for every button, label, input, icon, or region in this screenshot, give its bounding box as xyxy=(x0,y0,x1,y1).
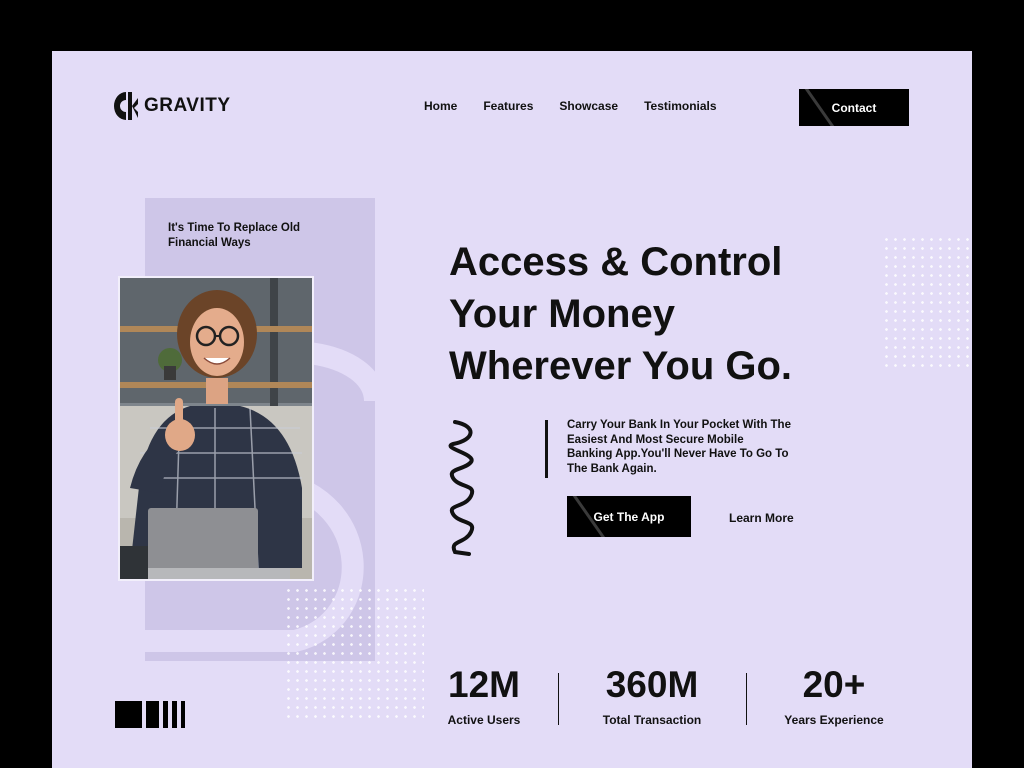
landing-page: GRAVITY Home Features Showcase Testimoni… xyxy=(52,51,972,768)
contact-button[interactable]: Contact xyxy=(799,89,909,126)
block xyxy=(146,701,159,728)
nav-showcase[interactable]: Showcase xyxy=(559,99,618,113)
man-thumbs-up-illustration xyxy=(120,278,312,579)
barcode-blocks-decoration xyxy=(115,701,185,728)
stat-active-users: 12M Active Users xyxy=(436,663,532,727)
stat-label: Total Transaction xyxy=(602,713,702,727)
dot-pattern-right xyxy=(882,235,972,370)
hero-description: Carry Your Bank In Your Pocket With The … xyxy=(567,419,791,475)
contact-button-label: Contact xyxy=(831,100,877,115)
stat-value: 12M xyxy=(448,664,520,705)
stat-divider xyxy=(558,673,559,725)
stat-divider xyxy=(746,673,747,725)
block xyxy=(181,701,185,728)
main-nav: Home Features Showcase Testimonials xyxy=(424,99,717,113)
nav-features[interactable]: Features xyxy=(483,99,533,113)
description-accent-bar xyxy=(545,420,548,478)
dot-pattern-bottom-left xyxy=(284,586,424,721)
hero-tagline: It's Time To Replace Old Financial Ways xyxy=(168,222,301,249)
brand-name: GRAVITY xyxy=(144,95,231,116)
hero-photo xyxy=(118,276,314,581)
stat-label: Years Experience xyxy=(784,713,884,727)
headline-line-1: Access & Control xyxy=(449,240,783,284)
gravity-logo-icon xyxy=(114,92,138,120)
hero-headline: Access & Control Your Money Wherever You… xyxy=(449,236,869,392)
headline-line-2: Your Money xyxy=(449,292,675,336)
block xyxy=(115,701,142,728)
headline-line-3: Wherever You Go. xyxy=(449,344,793,388)
stat-value: 360M xyxy=(605,664,699,705)
stat-label: Active Users xyxy=(447,713,521,727)
stat-total-transaction: 360M Total Transaction xyxy=(592,663,712,727)
block xyxy=(163,701,168,728)
nav-testimonials[interactable]: Testimonials xyxy=(644,99,716,113)
stat-years-experience: 20+ Years Experience xyxy=(778,663,890,727)
brand-logo[interactable]: GRAVITY xyxy=(114,92,231,120)
get-the-app-button[interactable]: Get The App xyxy=(567,496,691,537)
block xyxy=(172,701,177,728)
squiggle-decoration xyxy=(448,420,475,556)
get-the-app-label: Get The App xyxy=(593,509,665,524)
learn-more-link[interactable]: Learn More xyxy=(729,511,794,525)
stat-value: 20+ xyxy=(802,664,866,705)
nav-home[interactable]: Home xyxy=(424,99,457,113)
